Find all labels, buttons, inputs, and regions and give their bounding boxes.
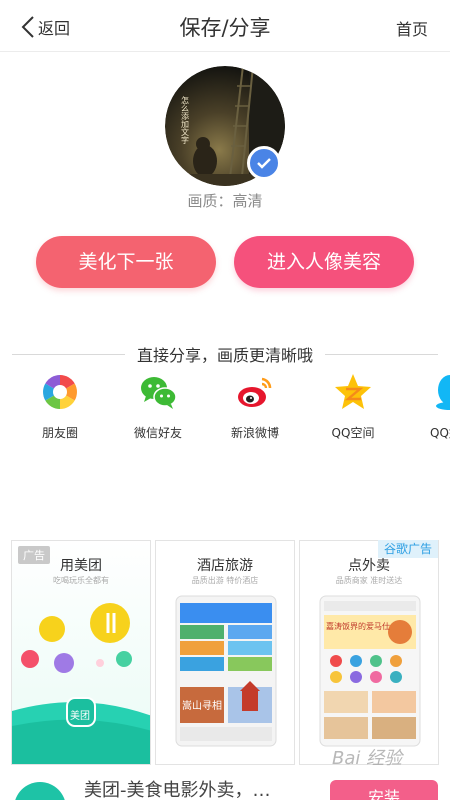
ad-card-meituan[interactable]: 广告 用美团 吃喝玩乐全都有 美团: [11, 540, 151, 765]
ad-card-hotel[interactable]: 酒店旅游 品质出游 特价酒店 嵩山寻相: [155, 540, 295, 765]
wechat-icon: [141, 377, 177, 409]
ad-card-title: 用美团: [60, 558, 102, 574]
install-button[interactable]: 安装: [330, 780, 438, 800]
ad-card-title: 酒店旅游: [197, 558, 253, 574]
overlay-text: 怎么添加文字: [181, 95, 190, 144]
ad-card-subtitle: 品质出游 特价酒店: [191, 576, 259, 585]
watermark: Bai 经验: [332, 748, 403, 769]
share-title: 直接分享，画质更清晰哦: [137, 346, 314, 365]
ad-banner-text: 嘉涛饭界的爱马仕: [326, 622, 390, 631]
qq-icon: [436, 375, 450, 410]
moments-icon: [43, 375, 77, 409]
brand-label: 美团: [70, 711, 90, 722]
ad-banner-text: 嵩山寻相: [182, 701, 222, 712]
ad-card-subtitle: 品质商家 准时送达: [335, 576, 403, 585]
divider: [12, 353, 125, 355]
meituan-logo-icon: [14, 782, 66, 800]
page-title: 保存/分享: [179, 16, 271, 40]
share-row: 朋友圈 微信好友 新浪微博 QQ空间 QQ: [0, 372, 450, 442]
google-ad-badge: 谷歌广告: [378, 540, 438, 558]
share-label: 新浪微博: [230, 426, 279, 440]
home-button[interactable]: 首页: [396, 16, 428, 40]
quality-label: 画质：高清: [187, 192, 263, 210]
qzone-icon: [335, 374, 371, 409]
portrait-beauty-button[interactable]: 进入人像美容: [234, 236, 414, 288]
photo-preview[interactable]: 怎么添加文字: [165, 66, 285, 186]
ad-card-title: 点外卖: [348, 558, 390, 574]
ad-card-subtitle: 吃喝玩乐全都有: [53, 576, 109, 585]
share-item-qq[interactable]: QQ好友: [410, 372, 450, 441]
nav-bar: 返回 保存/分享 首页: [0, 0, 450, 52]
share-label: 微信好友: [133, 426, 182, 440]
ad-app-row[interactable]: 美团-美食电影外卖，… 安装: [0, 768, 450, 800]
share-label: QQ好友: [430, 426, 450, 440]
share-item-qzone[interactable]: QQ空间: [308, 372, 398, 441]
share-label: 朋友圈: [41, 426, 78, 440]
share-section-header: 直接分享，画质更清晰哦: [12, 342, 439, 366]
divider: [325, 353, 439, 355]
share-label: QQ空间: [331, 426, 375, 440]
ad-card-takeout[interactable]: 点外卖 品质商家 准时送达 嘉涛饭界的爱马仕: [299, 540, 439, 765]
selected-check-icon: [247, 146, 281, 180]
share-item-weibo[interactable]: 新浪微博: [210, 372, 300, 441]
weibo-icon: [238, 377, 272, 407]
beautify-next-button[interactable]: 美化下一张: [36, 236, 216, 288]
share-item-wechat[interactable]: 微信好友: [113, 372, 203, 441]
share-item-moments[interactable]: 朋友圈: [15, 372, 105, 441]
ad-app-title: 美团-美食电影外卖，…: [84, 780, 271, 800]
